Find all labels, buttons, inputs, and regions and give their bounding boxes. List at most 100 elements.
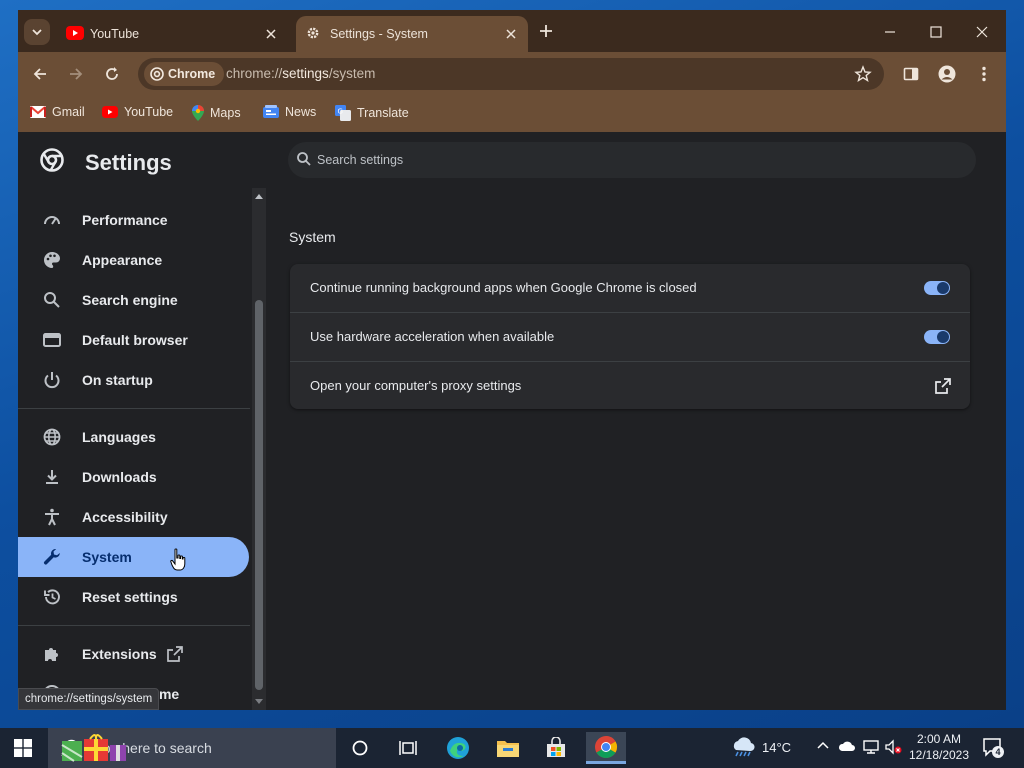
bookmark-news[interactable]: News xyxy=(263,105,316,119)
hardware-acceleration-toggle[interactable] xyxy=(924,330,950,344)
scroll-down-arrow-icon[interactable] xyxy=(255,699,263,704)
sidebar-item-search-engine[interactable]: Search engine xyxy=(18,280,249,320)
url-path: /system xyxy=(328,66,376,81)
file-explorer-button[interactable] xyxy=(488,732,528,764)
close-window-icon[interactable] xyxy=(972,22,992,42)
tab-title: YouTube xyxy=(90,27,140,41)
search-settings-input[interactable]: Search settings xyxy=(288,142,976,178)
profile-avatar-icon[interactable] xyxy=(936,63,958,85)
close-tab-button[interactable] xyxy=(262,25,280,43)
settings-sidebar: Performance Appearance Search engine Def… xyxy=(18,188,268,710)
sidebar-item-label: System xyxy=(82,549,132,565)
sidebar-item-extensions[interactable]: Extensions xyxy=(18,634,249,674)
bookmark-maps[interactable]: Maps xyxy=(192,105,241,121)
task-view-button[interactable] xyxy=(388,732,428,764)
wrench-icon xyxy=(42,547,62,567)
external-link-icon[interactable] xyxy=(934,377,952,395)
url-scheme: chrome:// xyxy=(226,66,283,81)
setting-row-background-apps[interactable]: Continue running background apps when Go… xyxy=(290,264,970,312)
setting-row-hardware-acceleration[interactable]: Use hardware acceleration when available xyxy=(290,313,970,361)
puzzle-icon xyxy=(42,644,62,664)
toggle-knob xyxy=(937,331,949,343)
performance-gauge-icon xyxy=(42,210,62,230)
sidebar-item-label: Languages xyxy=(82,429,156,445)
minimize-icon[interactable] xyxy=(880,22,900,42)
edge-button[interactable] xyxy=(438,732,478,764)
history-icon xyxy=(42,587,62,607)
hand-pointer-cursor-icon xyxy=(170,548,186,572)
tab-strip: YouTube Settings - System xyxy=(18,10,1006,52)
maximize-icon[interactable] xyxy=(926,22,946,42)
windows-taskbar: Type here to search 14°C 2:00 AM 12/18/2… xyxy=(0,728,1024,768)
sidebar-item-appearance[interactable]: Appearance xyxy=(18,240,249,280)
weather-widget[interactable]: 14°C xyxy=(730,736,791,758)
section-title: System xyxy=(289,229,336,245)
cortana-button[interactable] xyxy=(340,732,380,764)
sidebar-item-reset-settings[interactable]: Reset settings xyxy=(18,577,249,617)
cortana-icon xyxy=(352,740,368,756)
tab-settings[interactable]: Settings - System xyxy=(296,16,528,52)
tab-youtube[interactable]: YouTube xyxy=(56,16,288,52)
bookmark-gmail[interactable]: Gmail xyxy=(30,105,85,119)
sidebar-item-performance[interactable]: Performance xyxy=(18,200,249,240)
bookmark-translate[interactable]: G Translate xyxy=(335,105,409,121)
bookmark-label: Translate xyxy=(357,106,409,120)
youtube-icon xyxy=(66,26,84,40)
bookmark-label: News xyxy=(285,105,317,119)
taskbar-clock[interactable]: 2:00 AM 12/18/2023 xyxy=(905,731,973,763)
sidebar-item-label: Performance xyxy=(82,212,168,228)
chrome-icon xyxy=(594,735,618,759)
close-tab-button[interactable] xyxy=(502,25,520,43)
accessibility-icon xyxy=(42,507,62,527)
setting-row-proxy-settings[interactable]: Open your computer's proxy settings xyxy=(290,362,970,410)
bookmark-star-icon[interactable] xyxy=(854,65,872,83)
sidebar-item-languages[interactable]: Languages xyxy=(18,417,249,457)
rain-cloud-icon xyxy=(730,736,756,758)
chrome-taskbar-button[interactable] xyxy=(586,732,626,764)
sidebar-scrollbar[interactable] xyxy=(252,188,266,710)
new-tab-plus-icon[interactable] xyxy=(537,22,555,40)
bookmark-label: Maps xyxy=(210,106,241,120)
url-host: settings xyxy=(282,66,329,81)
chrome-site-chip[interactable]: Chrome xyxy=(144,62,225,86)
windows-start-icon[interactable] xyxy=(14,739,32,757)
background-apps-toggle[interactable] xyxy=(924,281,950,295)
volume-muted-icon[interactable] xyxy=(884,739,904,755)
chrome-window: YouTube Settings - System Chrome chrome:… xyxy=(18,10,1006,710)
taskbar-search-box[interactable]: Type here to search xyxy=(48,728,336,768)
chevron-up-icon[interactable] xyxy=(816,739,830,753)
maps-icon xyxy=(192,105,204,121)
setting-label: Use hardware acceleration when available xyxy=(310,329,555,344)
network-icon[interactable] xyxy=(862,739,880,755)
back-arrow-icon[interactable] xyxy=(29,63,51,85)
search-icon xyxy=(296,151,312,167)
forward-arrow-icon[interactable] xyxy=(65,63,87,85)
onedrive-cloud-icon[interactable] xyxy=(838,739,856,753)
search-icon xyxy=(42,290,62,310)
more-menu-icon[interactable] xyxy=(973,63,995,85)
sidebar-item-system[interactable]: System xyxy=(18,537,249,577)
notification-count-badge: 4 xyxy=(992,746,1004,758)
store-button[interactable] xyxy=(536,732,576,764)
gear-icon xyxy=(306,26,320,40)
bookmark-label: YouTube xyxy=(124,105,174,119)
youtube-icon xyxy=(102,106,118,118)
chrome-icon xyxy=(150,67,164,81)
nav-divider xyxy=(18,625,250,626)
tab-search-button[interactable] xyxy=(24,19,50,45)
sidebar-item-accessibility[interactable]: Accessibility xyxy=(18,497,249,537)
side-panel-icon[interactable] xyxy=(900,63,922,85)
globe-icon xyxy=(42,427,62,447)
sidebar-item-label: Accessibility xyxy=(82,509,168,525)
reload-icon[interactable] xyxy=(101,63,123,85)
bookmark-youtube[interactable]: YouTube xyxy=(102,105,173,119)
scroll-thumb[interactable] xyxy=(255,300,263,690)
news-icon xyxy=(263,105,279,119)
scroll-up-arrow-icon[interactable] xyxy=(255,194,263,199)
sidebar-item-default-browser[interactable]: Default browser xyxy=(18,320,249,360)
search-highlight-gifts-icon[interactable] xyxy=(60,733,332,763)
weather-temp: 14°C xyxy=(762,739,792,755)
address-bar[interactable]: Chrome chrome://settings/system xyxy=(138,58,884,90)
sidebar-item-on-startup[interactable]: On startup xyxy=(18,360,249,400)
sidebar-item-downloads[interactable]: Downloads xyxy=(18,457,249,497)
